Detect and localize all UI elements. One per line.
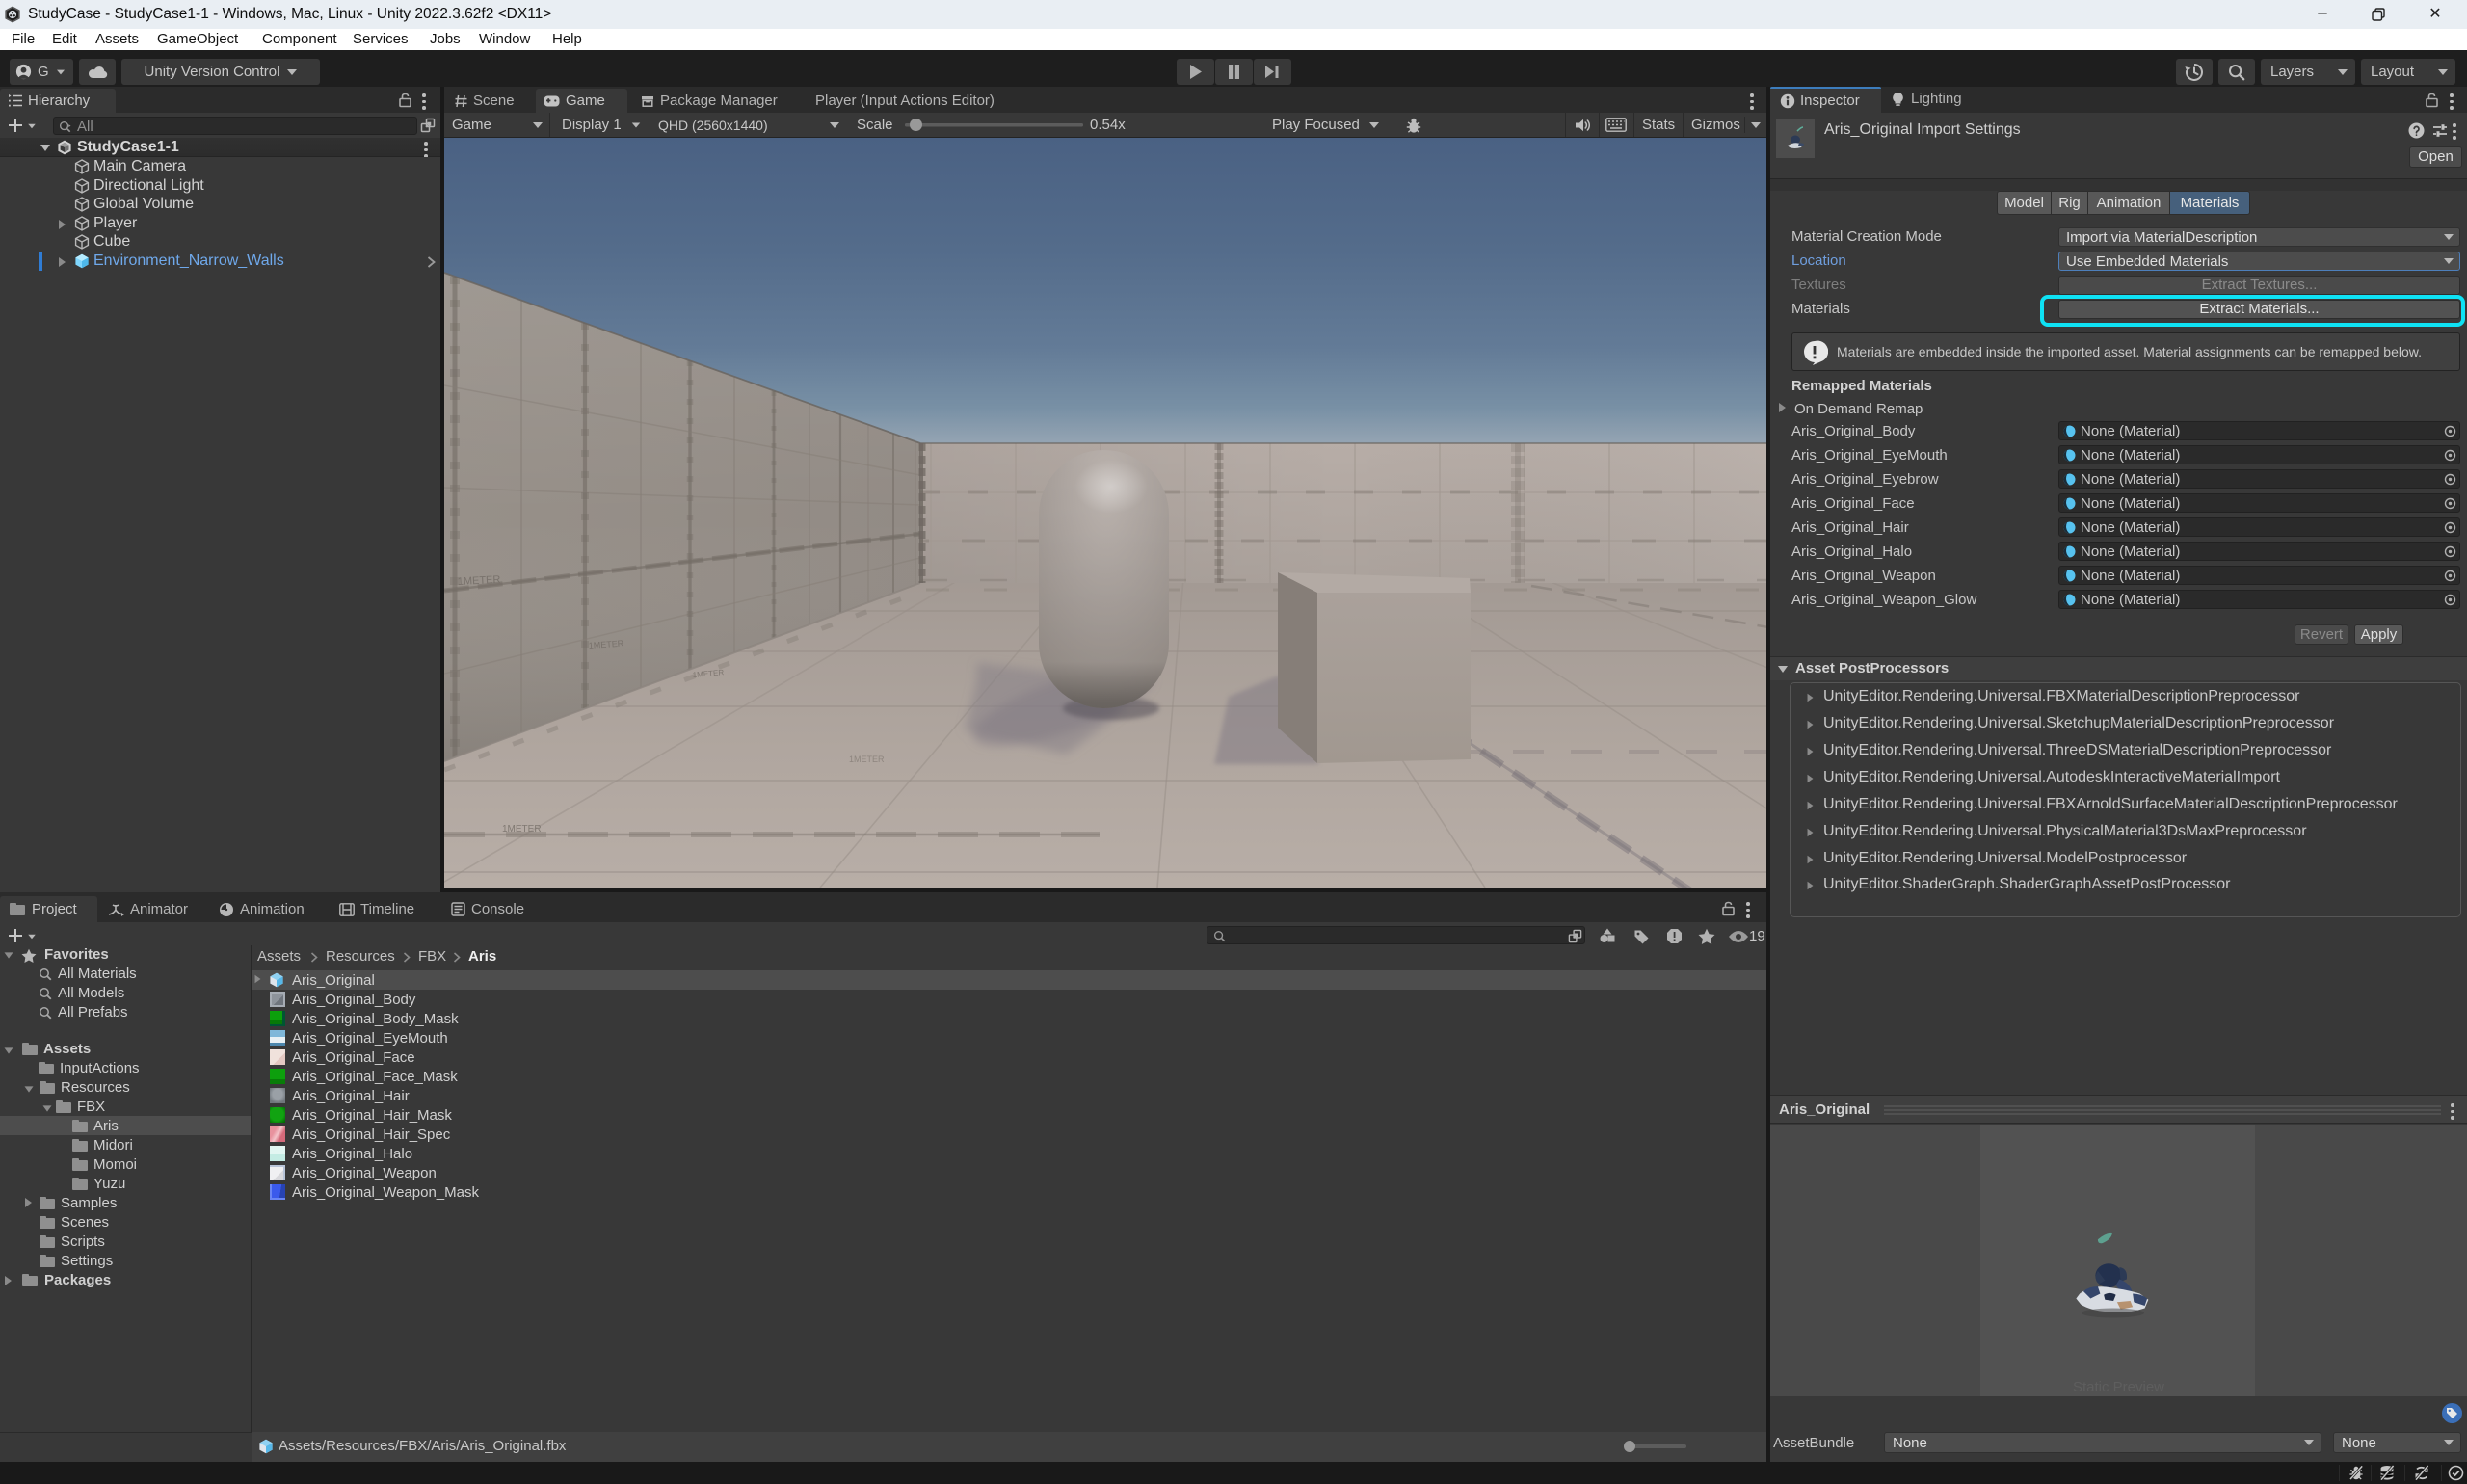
- svg-text:1METER: 1METER: [458, 574, 501, 588]
- svg-text:1METER: 1METER: [502, 824, 542, 835]
- svg-text:1METER: 1METER: [849, 755, 885, 764]
